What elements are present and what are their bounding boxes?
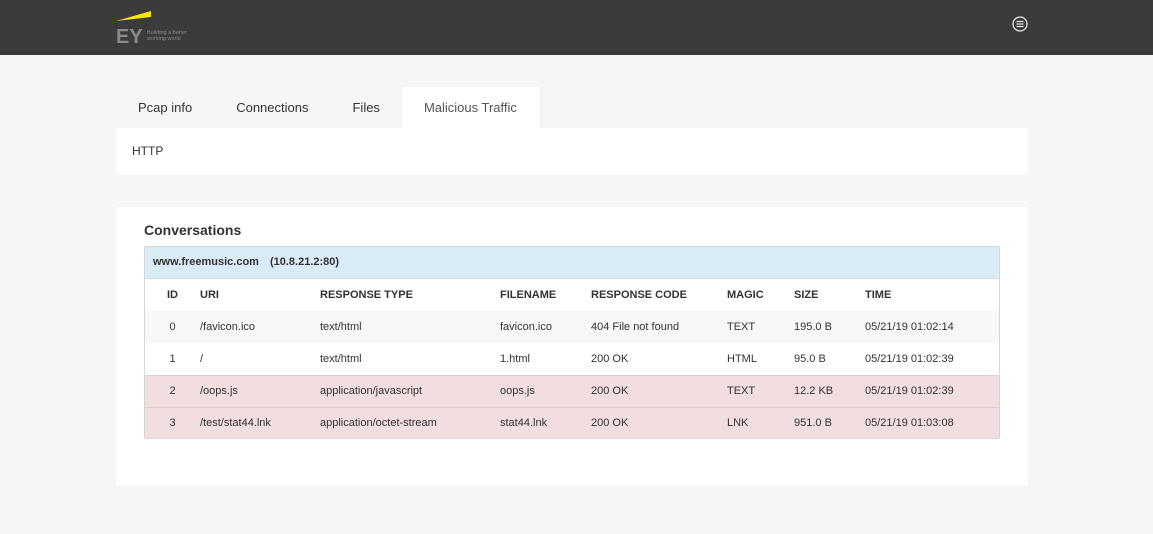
conversation-ip: (10.8.21.2:80) — [269, 256, 340, 268]
cell-id: 3 — [145, 406, 200, 438]
cell-response-type: text/html — [320, 343, 500, 375]
top-bar: EY Building a better working world — [0, 0, 1153, 55]
cell-uri: /test/stat44.lnk — [200, 406, 320, 438]
tab-malicious-traffic[interactable]: Malicious Traffic — [401, 87, 539, 128]
conversation-header[interactable]: www.freemusic.com (10.8.21.2:80) — [145, 247, 999, 279]
col-header-response-code: RESPONSE CODE — [591, 279, 727, 311]
tab-pcap-info[interactable]: Pcap info — [116, 87, 214, 128]
cell-size: 951.0 B — [794, 406, 865, 438]
svg-text:EY: EY — [116, 26, 143, 46]
col-header-time: TIME — [865, 279, 999, 311]
cell-id: 2 — [145, 374, 200, 407]
table-header-row: ID URI RESPONSE TYPE FILENAME RESPONSE C… — [145, 279, 999, 311]
cell-response-code: 200 OK — [591, 343, 727, 375]
col-header-uri: URI — [200, 279, 320, 311]
cell-uri: / — [200, 343, 320, 375]
cell-filename: oops.js — [500, 374, 591, 407]
cell-uri: /favicon.ico — [200, 311, 320, 343]
cell-time: 05/21/19 01:02:39 — [865, 343, 999, 375]
col-header-size: SIZE — [794, 279, 865, 311]
cell-time: 05/21/19 01:02:14 — [865, 311, 999, 343]
conversations-panel: Conversations www.freemusic.com (10.8.21.… — [116, 207, 1028, 486]
conversations-title: Conversations — [144, 222, 242, 238]
table-row[interactable]: 0 /favicon.ico text/html favicon.ico 404… — [145, 311, 999, 343]
cell-magic: HTML — [727, 343, 794, 375]
tab-bar: Pcap info Connections Files Malicious Tr… — [116, 87, 539, 128]
cell-filename: 1.html — [500, 343, 591, 375]
cell-size: 195.0 B — [794, 311, 865, 343]
cell-filename: stat44.lnk — [500, 406, 591, 438]
logo-tagline: Building a better working world — [147, 30, 187, 42]
tab-connections[interactable]: Connections — [214, 87, 330, 128]
cell-time: 05/21/19 01:02:39 — [865, 374, 999, 407]
col-header-id: ID — [145, 279, 200, 311]
cell-id: 1 — [145, 343, 200, 375]
cell-response-code: 200 OK — [591, 374, 727, 407]
subnav-item-http[interactable]: HTTP — [132, 144, 163, 158]
table-row-malicious[interactable]: 3 /test/stat44.lnk application/octet-str… — [145, 406, 999, 438]
cell-magic: TEXT — [727, 374, 794, 407]
cell-uri: /oops.js — [200, 374, 320, 407]
cell-id: 0 — [145, 311, 200, 343]
conversation-card: www.freemusic.com (10.8.21.2:80) ID URI R… — [144, 246, 1000, 439]
col-header-magic: MAGIC — [727, 279, 794, 311]
cell-size: 12.2 KB — [794, 374, 865, 407]
col-header-filename: FILENAME — [500, 279, 591, 311]
table-row-malicious[interactable]: 2 /oops.js application/javascript oops.j… — [145, 374, 999, 407]
cell-response-type: application/octet-stream — [320, 406, 500, 438]
cell-size: 95.0 B — [794, 343, 865, 375]
cell-time: 05/21/19 01:03:08 — [865, 406, 999, 438]
col-header-response-type: RESPONSE TYPE — [320, 279, 500, 311]
cell-response-type: application/javascript — [320, 374, 500, 407]
cell-response-code: 404 File not found — [591, 311, 727, 343]
cell-magic: TEXT — [727, 311, 794, 343]
cell-response-type: text/html — [320, 311, 500, 343]
ey-logo[interactable]: EY Building a better working world — [115, 10, 205, 46]
cell-response-code: 200 OK — [591, 406, 727, 438]
cell-magic: LNK — [727, 406, 794, 438]
tab-files[interactable]: Files — [330, 87, 401, 128]
conversation-host: www.freemusic.com — [153, 256, 259, 268]
table-row[interactable]: 1 / text/html 1.html 200 OK HTML 95.0 B … — [145, 343, 999, 375]
cell-filename: favicon.ico — [500, 311, 591, 343]
menu-icon[interactable] — [1011, 15, 1029, 33]
protocol-subnav: HTTP — [116, 128, 1028, 175]
conversation-table: ID URI RESPONSE TYPE FILENAME RESPONSE C… — [145, 279, 999, 438]
